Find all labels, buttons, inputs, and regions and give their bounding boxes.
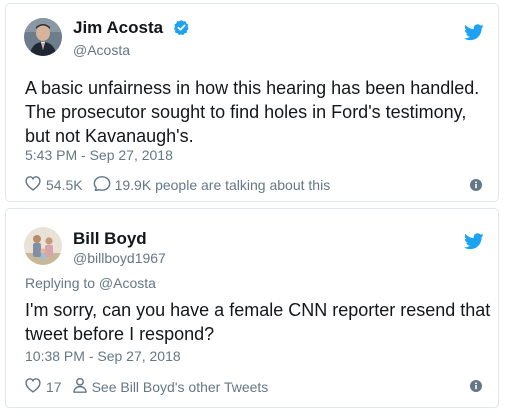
tweet-actions: 54.5K 19.9K people are talking about thi… <box>24 175 340 194</box>
tweet-card[interactable]: Jim Acosta @Acosta A basic unfairness in… <box>5 3 499 202</box>
author-handle[interactable]: @Acosta <box>73 42 130 58</box>
tweet-text: I'm sorry, can you have a female CNN rep… <box>25 300 491 344</box>
avatar[interactable] <box>24 227 62 265</box>
other-tweets-text: See Bill Boyd's other Tweets <box>91 378 269 395</box>
twitter-bird-icon[interactable] <box>464 24 484 46</box>
like-button[interactable]: 17 <box>24 377 62 396</box>
twitter-bird-icon[interactable] <box>464 233 484 255</box>
comment-icon <box>93 175 115 194</box>
tweet-timestamp[interactable]: 10:38 PM - Sep 27, 2018 <box>25 348 181 364</box>
like-button[interactable]: 54.5K <box>24 175 83 194</box>
like-count: 17 <box>46 378 62 395</box>
tweet-timestamp[interactable]: 5:43 PM - Sep 27, 2018 <box>25 147 173 163</box>
verified-badge-icon <box>173 19 190 41</box>
replying-to[interactable]: Replying to @Acosta <box>25 275 156 291</box>
person-icon <box>72 377 92 396</box>
tweet-text: A basic unfairness in how this hearing h… <box>25 78 480 146</box>
heart-icon <box>24 377 46 396</box>
tweet-card[interactable]: Bill Boyd @billboyd1967 Replying to @Aco… <box>5 208 499 408</box>
conversation-text: 19.9K people are talking about this <box>114 176 331 193</box>
heart-icon <box>24 175 46 194</box>
author-name-text[interactable]: Jim Acosta <box>73 18 163 37</box>
author-handle[interactable]: @billboyd1967 <box>73 250 166 266</box>
author-name[interactable]: Bill Boyd <box>73 229 147 249</box>
like-count: 54.5K <box>46 176 83 193</box>
tweet-actions: 17 See Bill Boyd's other Tweets <box>24 377 278 396</box>
conversation-link[interactable]: 19.9K people are talking about this <box>93 175 331 194</box>
author-name[interactable]: Jim Acosta <box>73 18 190 41</box>
other-tweets-link[interactable]: See Bill Boyd's other Tweets <box>72 377 269 396</box>
info-icon[interactable] <box>470 178 482 196</box>
info-icon[interactable] <box>470 379 482 397</box>
avatar[interactable] <box>24 18 62 56</box>
